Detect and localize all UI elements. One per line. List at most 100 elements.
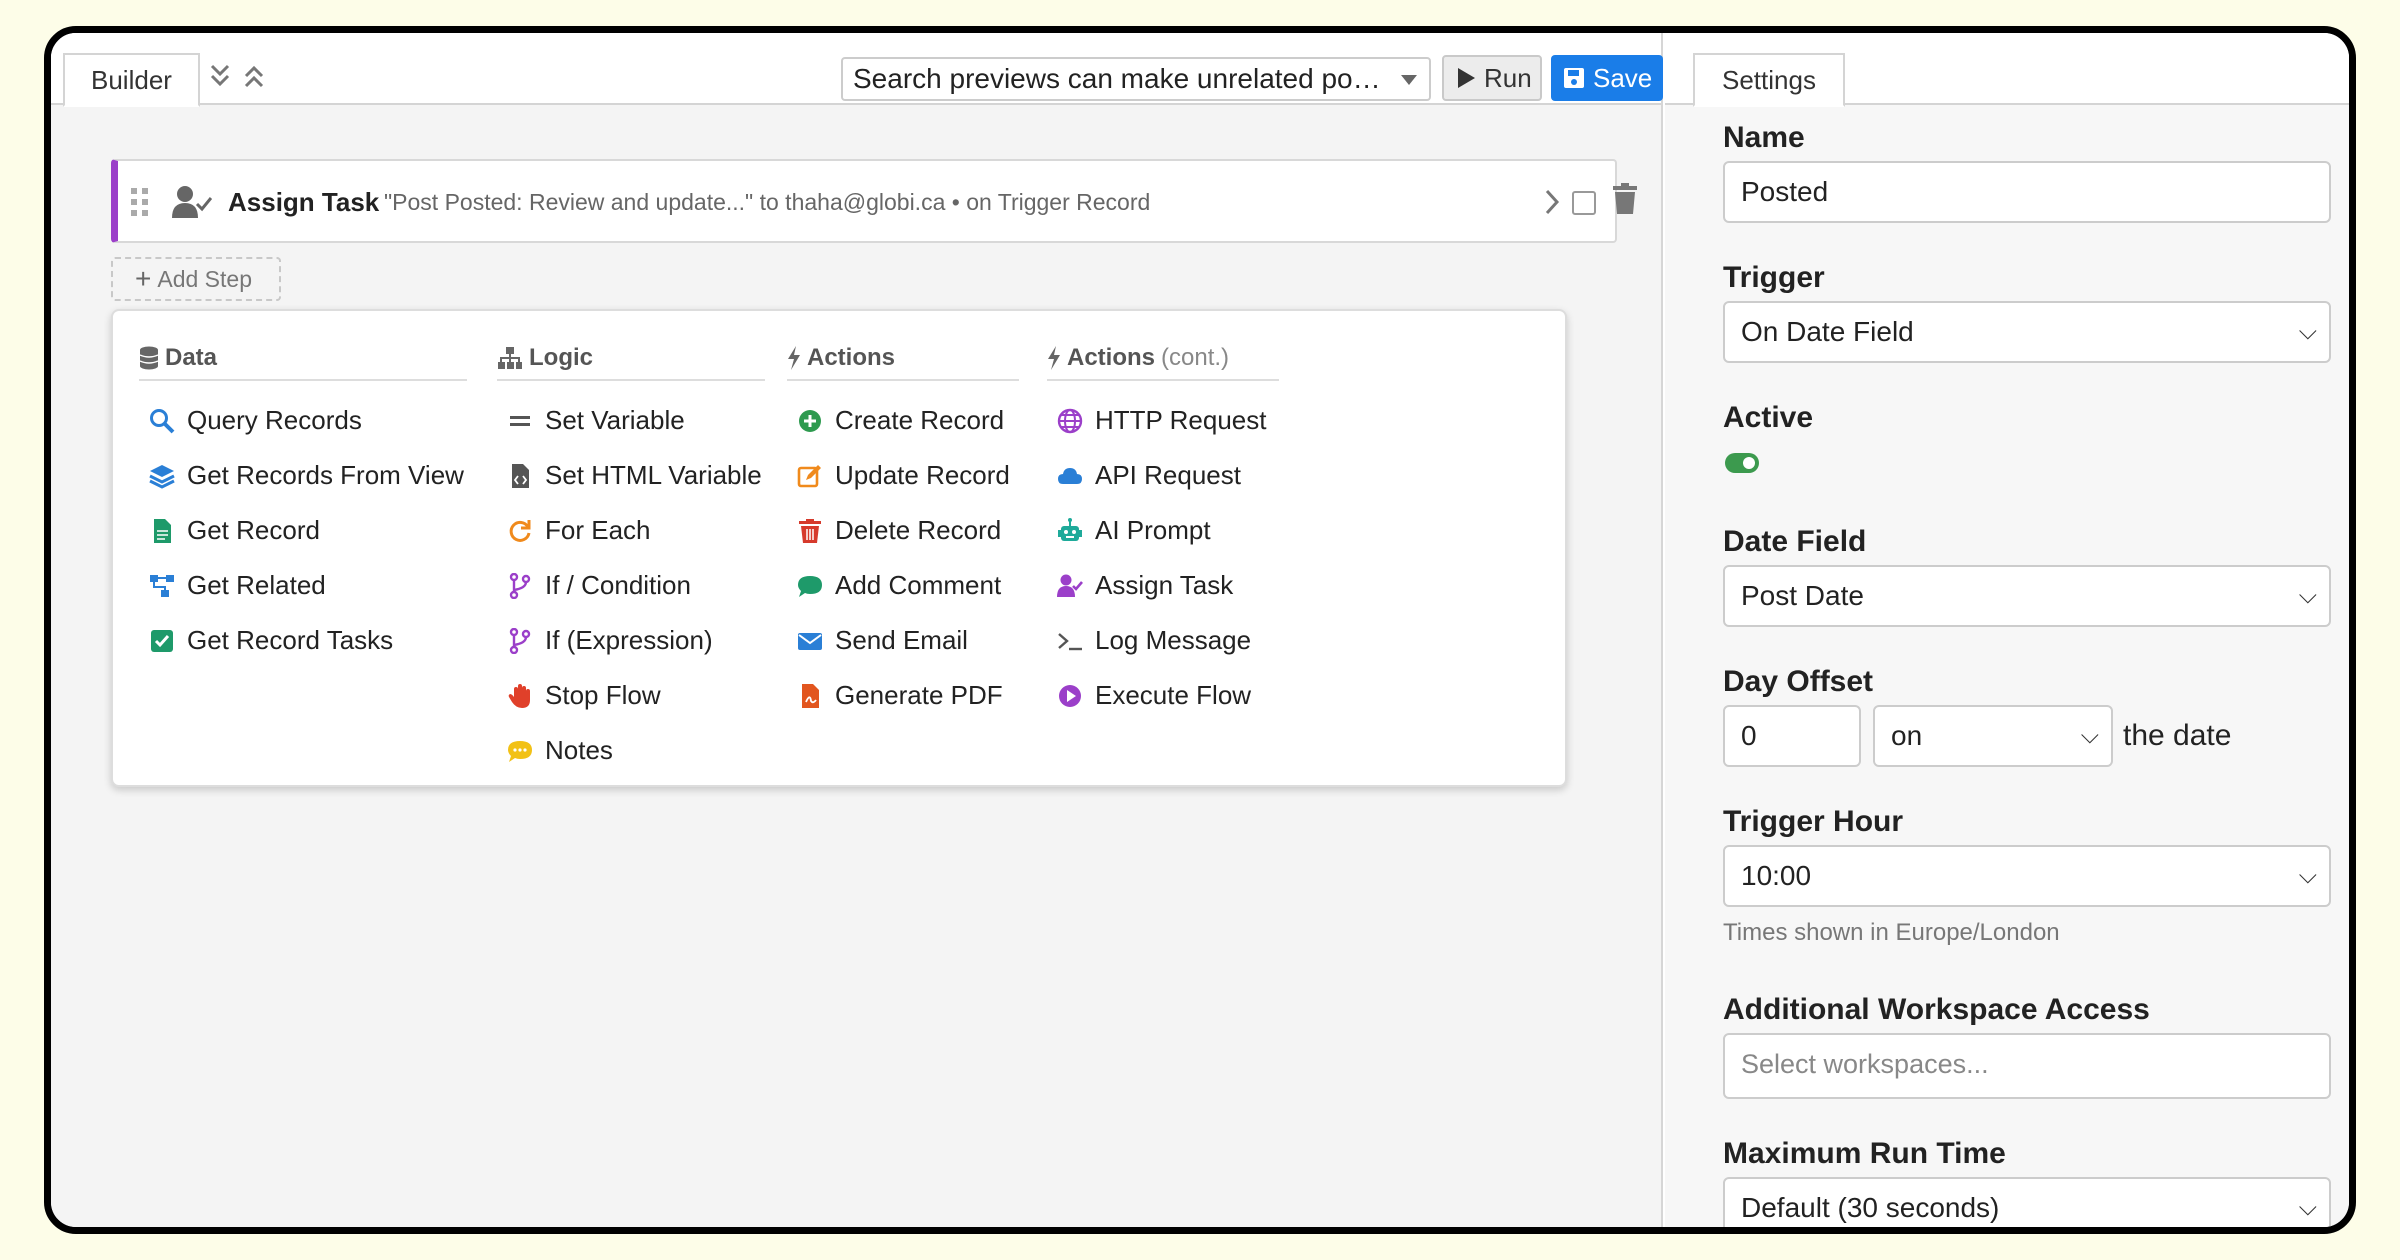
menu-item-log-message[interactable]: Log Message	[1047, 613, 1279, 668]
day-offset-suffix: the date	[2123, 719, 2232, 752]
trigger-select-value: On Date Field	[1741, 316, 1914, 347]
menu-item-api-request[interactable]: API Request	[1047, 448, 1279, 503]
menu-item-stop-flow[interactable]: Stop Flow	[497, 668, 765, 723]
chevron-down-icon: ⌵	[2298, 318, 2317, 345]
menu-item-set-html-variable[interactable]: Set HTML Variable	[497, 448, 765, 503]
menu-heading-actions: Actions	[787, 337, 1019, 381]
day-offset-relation-value: on	[1891, 720, 1923, 751]
trigger-select[interactable]: On Date Field ⌵	[1723, 301, 2331, 363]
comment-dots-icon	[508, 740, 532, 762]
flow-select[interactable]: Search previews can make unrelated po…	[841, 57, 1431, 101]
add-step-label: Add Step	[157, 265, 252, 292]
menu-item-get-related[interactable]: Get Related	[139, 558, 467, 613]
settings-pane: Settings Name Posted Trigger On Date Fie…	[1665, 33, 2349, 1227]
menu-heading-logic: Logic	[497, 337, 765, 381]
play-icon	[1458, 68, 1475, 88]
check-square-icon	[151, 629, 173, 652]
app-window: Builder Search previews can make unrelat…	[44, 26, 2356, 1234]
menu-item-assign-task[interactable]: Assign Task	[1047, 558, 1279, 613]
flow-step-assign-task[interactable]: Assign Task "Post Posted: Review and upd…	[111, 159, 1637, 243]
trash-icon	[799, 518, 821, 543]
run-button[interactable]: Run	[1442, 55, 1542, 101]
menu-item-label: Query Records	[187, 405, 362, 435]
workspace-access-label: Additional Workspace Access	[1723, 993, 2150, 1026]
menu-item-add-comment[interactable]: Add Comment	[787, 558, 1019, 613]
active-toggle[interactable]	[1725, 453, 1759, 473]
cloud-icon	[1058, 467, 1082, 484]
collapse-all-icon[interactable]	[243, 63, 265, 89]
menu-item-get-record-tasks[interactable]: Get Record Tasks	[139, 613, 467, 668]
save-label: Save	[1593, 62, 1653, 93]
menu-item-set-variable[interactable]: Set Variable	[497, 393, 765, 448]
save-button[interactable]: Save	[1551, 55, 1663, 101]
database-icon	[139, 346, 159, 370]
globe-icon	[1057, 408, 1083, 433]
menu-item-query-records[interactable]: Query Records	[139, 393, 467, 448]
trigger-label: Trigger	[1723, 261, 1825, 294]
search-icon	[150, 408, 175, 433]
menu-item-label: Notes	[545, 735, 613, 765]
run-label: Run	[1484, 63, 1532, 93]
menu-item-label: Set HTML Variable	[545, 460, 762, 490]
menu-item-label: Generate PDF	[835, 680, 1003, 710]
add-step-button[interactable]: + Add Step	[111, 257, 281, 301]
menu-item-label: Set Variable	[545, 405, 685, 435]
menu-column-actions: Actions Create Record Update Record Dele…	[787, 337, 1019, 723]
menu-item-ai-prompt[interactable]: AI Prompt	[1047, 503, 1279, 558]
date-field-label: Date Field	[1723, 525, 1867, 558]
trigger-hour-label: Trigger Hour	[1723, 805, 1904, 838]
step-title: Assign Task	[228, 187, 380, 217]
collapse-expand-controls	[209, 63, 265, 89]
drag-handle-icon[interactable]	[130, 187, 150, 217]
add-step-menu: Data Query Records Get Records From View…	[111, 309, 1567, 787]
tab-settings[interactable]: Settings	[1693, 53, 1845, 107]
menu-item-label: Send Email	[835, 625, 968, 655]
menu-item-create-record[interactable]: Create Record	[787, 393, 1019, 448]
menu-item-http-request[interactable]: HTTP Request	[1047, 393, 1279, 448]
menu-item-label: Delete Record	[835, 515, 1002, 545]
tab-builder[interactable]: Builder	[63, 53, 200, 107]
trash-icon[interactable]	[1612, 183, 1638, 215]
menu-item-get-records-from-view[interactable]: Get Records From View	[139, 448, 467, 503]
floppy-icon	[1564, 68, 1584, 88]
menu-item-if-condition[interactable]: If / Condition	[497, 558, 765, 613]
menu-item-update-record[interactable]: Update Record	[787, 448, 1019, 503]
user-check-icon	[1057, 574, 1083, 597]
day-offset-relation-select[interactable]: on ⌵	[1873, 705, 2113, 767]
active-label: Active	[1723, 401, 1814, 434]
file-icon	[154, 518, 171, 543]
envelope-icon	[798, 632, 822, 650]
menu-item-get-record[interactable]: Get Record	[139, 503, 467, 558]
code-branch-icon	[509, 572, 531, 599]
menu-item-label: Execute Flow	[1095, 680, 1252, 710]
chevron-right-icon[interactable]	[1544, 187, 1560, 217]
hand-stop-icon	[508, 683, 530, 708]
layers-icon	[149, 464, 175, 489]
trigger-hour-select[interactable]: 10:00 ⌵	[1723, 845, 2331, 907]
menu-column-actions-cont: Actions (cont.) HTTP Request API Request…	[1047, 337, 1279, 723]
name-input[interactable]: Posted	[1723, 161, 2331, 223]
menu-heading-label: Logic	[529, 344, 593, 371]
menu-item-delete-record[interactable]: Delete Record	[787, 503, 1019, 558]
menu-item-for-each[interactable]: For Each	[497, 503, 765, 558]
menu-heading-label: Data	[165, 344, 218, 371]
file-code-icon	[512, 463, 529, 488]
play-circle-icon	[1059, 684, 1081, 707]
max-run-time-select[interactable]: Default (30 seconds) ⌵	[1723, 1177, 2331, 1227]
plus-circle-icon	[799, 409, 821, 432]
step-select-checkbox[interactable]	[1572, 191, 1596, 215]
chevron-down-icon: ⌵	[2298, 582, 2317, 609]
menu-heading-data: Data	[139, 337, 467, 381]
menu-item-execute-flow[interactable]: Execute Flow	[1047, 668, 1279, 723]
menu-item-label: Stop Flow	[545, 680, 661, 710]
expand-all-icon[interactable]	[209, 63, 231, 89]
file-pdf-icon	[802, 683, 819, 708]
menu-item-send-email[interactable]: Send Email	[787, 613, 1019, 668]
day-offset-input[interactable]: 0	[1723, 705, 1861, 767]
menu-item-generate-pdf[interactable]: Generate PDF	[787, 668, 1019, 723]
menu-item-notes[interactable]: Notes	[497, 723, 765, 778]
menu-item-if-expression[interactable]: If (Expression)	[497, 613, 765, 668]
workspace-access-input[interactable]: Select workspaces...	[1723, 1033, 2331, 1099]
date-field-select[interactable]: Post Date ⌵	[1723, 565, 2331, 627]
caret-down-icon	[1401, 75, 1417, 85]
